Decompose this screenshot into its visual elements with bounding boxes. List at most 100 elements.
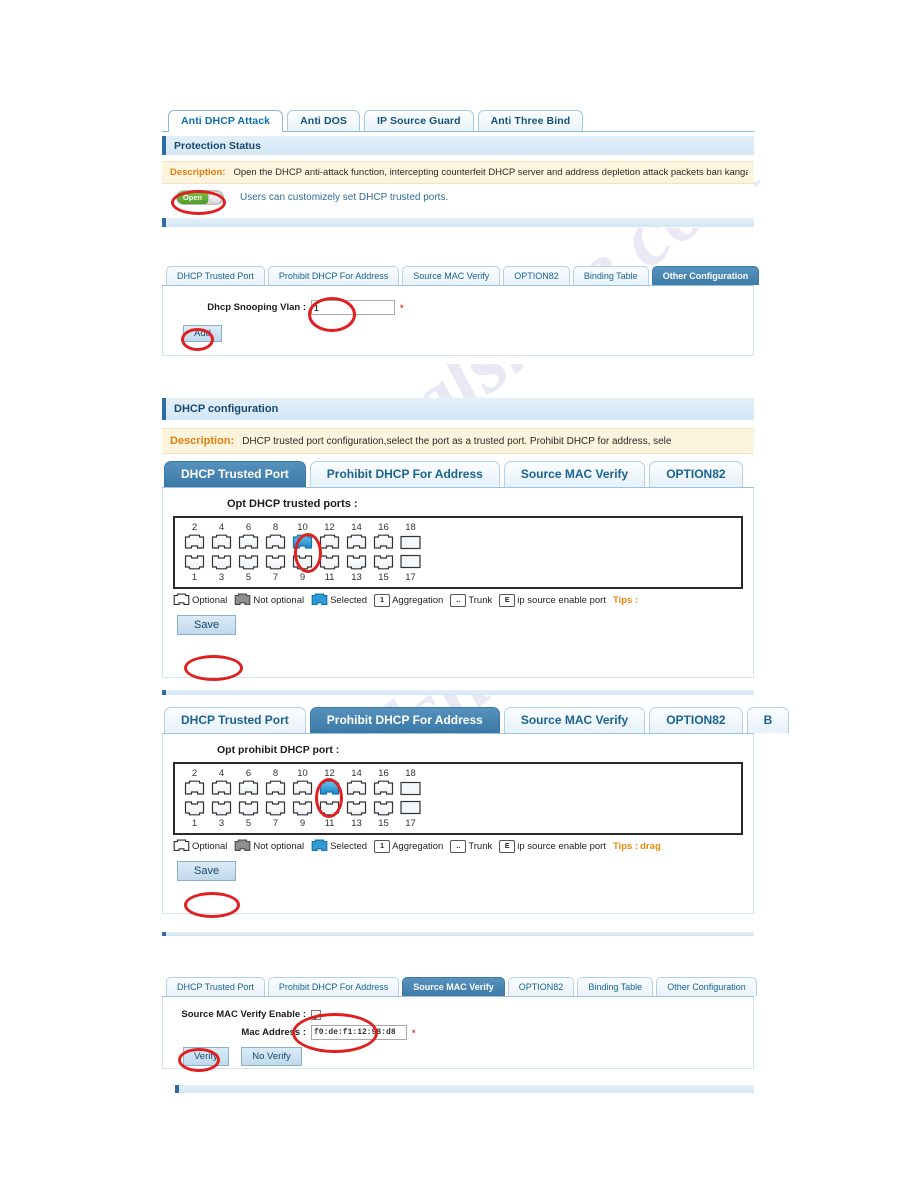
verify-button[interactable]: Verify — [183, 1047, 229, 1066]
port-icon-18[interactable] — [397, 534, 424, 553]
port-icon-17[interactable] — [397, 799, 424, 818]
port-icon-12[interactable] — [316, 780, 343, 799]
port-icon-7[interactable] — [262, 799, 289, 818]
legend-selected-icon — [311, 593, 328, 607]
port-icon-6[interactable] — [235, 534, 262, 553]
vlan-input[interactable]: 1 — [311, 300, 395, 315]
mac-verify-enable-checkbox[interactable] — [311, 1009, 321, 1020]
port-number-label: 16 — [378, 768, 389, 779]
port-icon-16[interactable] — [370, 534, 397, 553]
macverify-tab-source-mac-verify[interactable]: Source MAC Verify — [402, 977, 505, 996]
tab-label: Binding Table — [588, 982, 643, 992]
top-tab-anti-three-bind[interactable]: Anti Three Bind — [477, 110, 584, 131]
tab-label: DHCP Trusted Port — [177, 271, 254, 281]
port-icon-12[interactable] — [316, 534, 343, 553]
port-icon-5[interactable] — [235, 799, 262, 818]
port-icon-8[interactable] — [262, 534, 289, 553]
port-icon-9[interactable] — [289, 553, 316, 572]
macverify-tab-binding-table[interactable]: Binding Table — [577, 977, 654, 996]
description-label: Description: — [170, 167, 226, 178]
prohibit-tab-dhcp-trusted-port[interactable]: DHCP Trusted Port — [164, 707, 306, 733]
port-icon-13[interactable] — [343, 799, 370, 818]
config-tab-option82[interactable]: OPTION82 — [649, 461, 743, 487]
save-button[interactable]: Save — [177, 861, 237, 881]
source-mac-verify-form: Source MAC Verify Enable : Mac Address :… — [162, 997, 754, 1069]
port-icon-18[interactable] — [397, 780, 424, 799]
config-tab-dhcp-trusted-port[interactable]: DHCP Trusted Port — [164, 461, 306, 487]
port-icon-4[interactable] — [208, 780, 235, 799]
macverify-tab-other-configuration[interactable]: Other Configuration — [656, 977, 757, 996]
top-tab-ip-source-guard[interactable]: IP Source Guard — [364, 110, 474, 131]
port-legend: Optional Not optional Selected 1 Aggregation… — [173, 593, 743, 607]
trusted-ports-diagram[interactable]: 2 4 6 8 10 12 14 16 18 1 3 5 7 9 11 13 15 17 — [173, 516, 743, 589]
port-icon-4[interactable] — [208, 534, 235, 553]
port-number-label: 12 — [324, 768, 335, 779]
port-number-label: 7 — [272, 818, 279, 829]
prohibit-tab-b[interactable]: B — [746, 707, 790, 733]
port-icon-3[interactable] — [208, 553, 235, 572]
snooping-tab-source-mac-verify[interactable]: Source MAC Verify — [402, 266, 501, 285]
port-icon-14[interactable] — [343, 534, 370, 553]
port-icon-2[interactable] — [181, 780, 208, 799]
port-icon-15[interactable] — [370, 799, 397, 818]
port-icon-row-odd — [181, 799, 735, 818]
section-title: DHCP configuration — [174, 403, 279, 415]
port-icon-16[interactable] — [370, 780, 397, 799]
macverify-tab-dhcp-trusted-port[interactable]: DHCP Trusted Port — [166, 977, 265, 996]
config-tab-source-mac-verify[interactable]: Source MAC Verify — [503, 461, 646, 487]
toggle-knob[interactable] — [208, 191, 223, 204]
port-icon-8[interactable] — [262, 780, 289, 799]
tab-label: Source MAC Verify — [413, 271, 490, 281]
port-icon-11[interactable] — [316, 799, 343, 818]
tab-label: Source MAC Verify — [520, 467, 629, 481]
mac-address-input[interactable]: f0:de:f1:12:98:d8 — [311, 1025, 407, 1040]
port-number-label: 5 — [245, 818, 252, 829]
port-legend: Optional Not optional Selected 1 Aggregation… — [173, 839, 743, 853]
add-button[interactable]: Add — [183, 325, 222, 342]
no-verify-button[interactable]: No Verify — [241, 1047, 302, 1066]
port-icon-5[interactable] — [235, 553, 262, 572]
port-icon-6[interactable] — [235, 780, 262, 799]
port-icon-10[interactable] — [289, 534, 316, 553]
port-icon-10[interactable] — [289, 780, 316, 799]
dhcp-protection-toggle[interactable]: Open — [176, 190, 224, 205]
port-number-label: 1 — [191, 572, 198, 583]
tab-label: DHCP Trusted Port — [177, 982, 254, 992]
required-asterisk: * — [400, 302, 404, 313]
snooping-tab-prohibit-dhcp-for-address[interactable]: Prohibit DHCP For Address — [267, 266, 400, 285]
prohibit-tab-source-mac-verify[interactable]: Source MAC Verify — [503, 707, 646, 733]
snooping-tab-option82[interactable]: OPTION82 — [503, 266, 570, 285]
tab-label: DHCP Trusted Port — [181, 467, 289, 481]
port-icon-14[interactable] — [343, 780, 370, 799]
snooping-tab-dhcp-trusted-port[interactable]: DHCP Trusted Port — [166, 266, 265, 285]
port-icon-1[interactable] — [181, 553, 208, 572]
tab-label: Source MAC Verify — [413, 982, 494, 992]
prohibit-tab-prohibit-dhcp-for-address[interactable]: Prohibit DHCP For Address — [309, 707, 500, 733]
port-icon-1[interactable] — [181, 799, 208, 818]
prohibit-tab-option82[interactable]: OPTION82 — [649, 707, 743, 733]
save-button[interactable]: Save — [177, 615, 237, 635]
snooping-tab-other-configuration[interactable]: Other Configuration — [651, 266, 760, 285]
legend-trunk-icon: .. — [450, 593, 467, 607]
config-tab-prohibit-dhcp-for-address[interactable]: Prohibit DHCP For Address — [309, 461, 500, 487]
top-tab-anti-dos[interactable]: Anti DOS — [287, 110, 361, 131]
port-icon-13[interactable] — [343, 553, 370, 572]
legend-ip-source: Eip source enable port — [499, 593, 606, 607]
mac-verify-enable-row: Source MAC Verify Enable : — [163, 1009, 753, 1020]
macverify-tab-option82[interactable]: OPTION82 — [507, 977, 575, 996]
prohibit-ports-diagram[interactable]: 2 4 6 8 10 12 14 16 18 1 3 5 7 9 11 13 15 17 — [173, 762, 743, 835]
legend-selected: Selected — [311, 839, 367, 853]
port-icon-15[interactable] — [370, 553, 397, 572]
port-icon-9[interactable] — [289, 799, 316, 818]
macverify-tab-prohibit-dhcp-for-address[interactable]: Prohibit DHCP For Address — [267, 977, 400, 996]
port-icon-7[interactable] — [262, 553, 289, 572]
snooping-tab-binding-table[interactable]: Binding Table — [572, 266, 649, 285]
port-number-label: 14 — [351, 768, 362, 779]
port-icon-17[interactable] — [397, 553, 424, 572]
mac-address-row: Mac Address : f0:de:f1:12:98:d8 * — [163, 1025, 753, 1040]
top-tab-anti-dhcp-attack[interactable]: Anti DHCP Attack — [168, 110, 284, 132]
port-icon-3[interactable] — [208, 799, 235, 818]
dhcp-configuration-panel: DHCP configuration Description: DHCP tru… — [162, 398, 754, 690]
port-icon-11[interactable] — [316, 553, 343, 572]
port-icon-2[interactable] — [181, 534, 208, 553]
